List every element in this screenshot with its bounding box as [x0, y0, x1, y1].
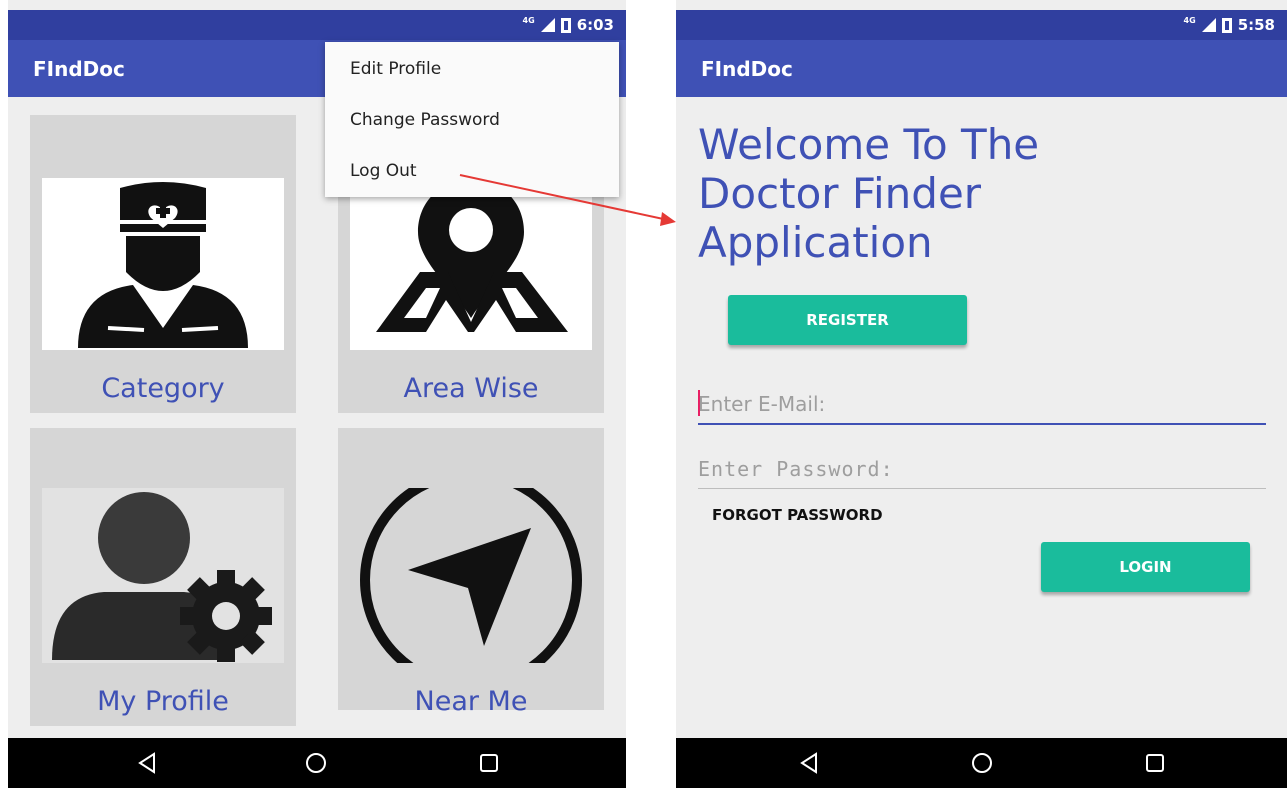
flow-arrow — [459, 174, 676, 226]
